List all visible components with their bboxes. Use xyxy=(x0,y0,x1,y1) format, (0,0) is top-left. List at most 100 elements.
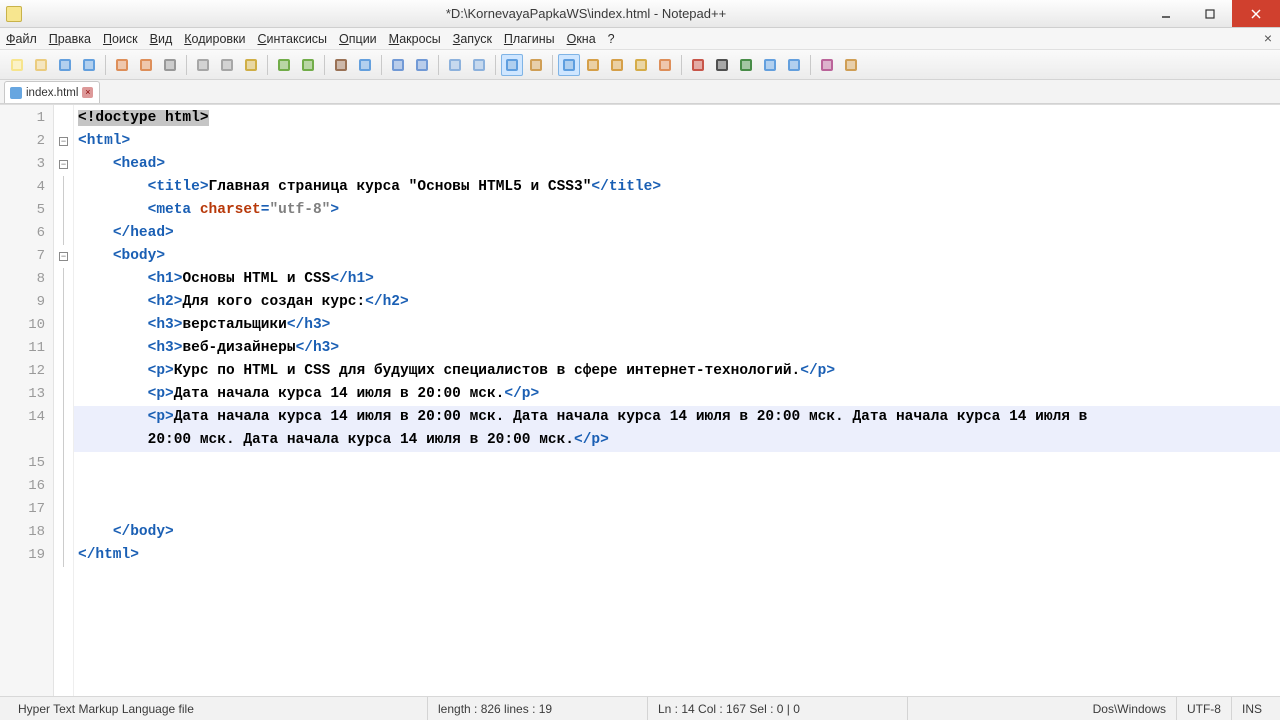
fold-cell[interactable] xyxy=(54,268,73,291)
mdi-close-icon[interactable]: × xyxy=(1264,30,1272,46)
doc-map-icon[interactable] xyxy=(606,54,628,76)
code-line[interactable]: <meta charset="utf-8"> xyxy=(74,199,1280,222)
menu-Кодировки[interactable]: Кодировки xyxy=(184,32,245,46)
replace-icon[interactable] xyxy=(354,54,376,76)
save-macro-icon[interactable] xyxy=(783,54,805,76)
fold-cell[interactable] xyxy=(54,176,73,199)
record-icon[interactable] xyxy=(687,54,709,76)
fold-cell[interactable] xyxy=(54,360,73,383)
menu-Файл[interactable]: Файл xyxy=(6,32,37,46)
toolbar-separator xyxy=(381,55,382,75)
code-line[interactable]: <!doctype html> xyxy=(74,107,1280,130)
fold-cell[interactable] xyxy=(54,475,73,498)
sync-v-icon[interactable] xyxy=(444,54,466,76)
menu-Макросы[interactable]: Макросы xyxy=(389,32,441,46)
tab-close-icon[interactable]: × xyxy=(82,87,93,98)
code-line[interactable]: <html> xyxy=(74,130,1280,153)
folder-icon[interactable] xyxy=(654,54,676,76)
redo-icon[interactable] xyxy=(297,54,319,76)
menu-?[interactable]: ? xyxy=(608,32,615,46)
code-line[interactable] xyxy=(74,498,1280,521)
code-line[interactable]: <p>Дата начала курса 14 июля в 20:00 мск… xyxy=(74,383,1280,406)
code-line[interactable]: </html> xyxy=(74,544,1280,567)
status-eol[interactable]: Dos\Windows xyxy=(1083,697,1177,720)
menu-Запуск[interactable]: Запуск xyxy=(453,32,492,46)
about-icon[interactable] xyxy=(840,54,862,76)
fold-cell[interactable] xyxy=(54,291,73,314)
fold-cell[interactable] xyxy=(54,107,73,130)
spellcheck-icon[interactable] xyxy=(816,54,838,76)
paste-icon[interactable] xyxy=(240,54,262,76)
code-line[interactable]: </head> xyxy=(74,222,1280,245)
print-icon[interactable] xyxy=(159,54,181,76)
zoom-in-icon[interactable] xyxy=(387,54,409,76)
fold-cell[interactable]: − xyxy=(54,153,73,176)
new-file-icon[interactable] xyxy=(6,54,28,76)
toolbar-separator xyxy=(810,55,811,75)
cut-icon[interactable] xyxy=(192,54,214,76)
code-line[interactable]: <head> xyxy=(74,153,1280,176)
fold-column[interactable]: −−− xyxy=(54,105,74,696)
code-area[interactable]: <!doctype html><html> <head> <title>Глав… xyxy=(74,105,1280,696)
code-line[interactable]: </body> xyxy=(74,521,1280,544)
func-list-icon[interactable] xyxy=(630,54,652,76)
close-button[interactable] xyxy=(1232,0,1280,27)
show-all-icon[interactable] xyxy=(525,54,547,76)
code-line[interactable] xyxy=(74,475,1280,498)
indent-guide-icon[interactable] xyxy=(558,54,580,76)
fold-cell[interactable] xyxy=(54,521,73,544)
code-line[interactable]: <title>Главная страница курса "Основы HT… xyxy=(74,176,1280,199)
code-line[interactable]: <p>Курс по HTML и CSS для будущих специа… xyxy=(74,360,1280,383)
save-all-icon[interactable] xyxy=(78,54,100,76)
menu-Окна[interactable]: Окна xyxy=(567,32,596,46)
file-tab[interactable]: index.html × xyxy=(4,81,100,103)
line-number: 16 xyxy=(0,475,53,498)
editor[interactable]: 12345678910111213141516171819 −−− <!doct… xyxy=(0,104,1280,696)
zoom-out-icon[interactable] xyxy=(411,54,433,76)
menu-Вид[interactable]: Вид xyxy=(150,32,173,46)
close-file-icon[interactable] xyxy=(111,54,133,76)
menu-Поиск[interactable]: Поиск xyxy=(103,32,138,46)
code-line[interactable]: <body> xyxy=(74,245,1280,268)
menu-Опции[interactable]: Опции xyxy=(339,32,377,46)
status-encoding[interactable]: UTF-8 xyxy=(1177,697,1232,720)
code-line[interactable]: <h1>Основы HTML и CSS</h1> xyxy=(74,268,1280,291)
fold-cell[interactable] xyxy=(54,337,73,360)
fold-cell[interactable] xyxy=(54,544,73,567)
open-icon[interactable] xyxy=(30,54,52,76)
play-multi-icon[interactable] xyxy=(759,54,781,76)
fold-cell[interactable] xyxy=(54,383,73,406)
code-line[interactable]: <h3>веб-дизайнеры</h3> xyxy=(74,337,1280,360)
fold-cell[interactable] xyxy=(54,429,73,452)
fold-cell[interactable] xyxy=(54,452,73,475)
minimize-button[interactable] xyxy=(1144,0,1188,27)
find-icon[interactable] xyxy=(330,54,352,76)
status-filetype: Hyper Text Markup Language file xyxy=(8,697,428,720)
user-lang-icon[interactable] xyxy=(582,54,604,76)
code-line[interactable]: <p>Дата начала курса 14 июля в 20:00 мск… xyxy=(74,406,1280,429)
fold-cell[interactable]: − xyxy=(54,130,73,153)
copy-icon[interactable] xyxy=(216,54,238,76)
fold-cell[interactable] xyxy=(54,498,73,521)
fold-cell[interactable]: − xyxy=(54,245,73,268)
wordwrap-icon[interactable] xyxy=(501,54,523,76)
fold-cell[interactable] xyxy=(54,406,73,429)
menu-Правка[interactable]: Правка xyxy=(49,32,91,46)
fold-cell[interactable] xyxy=(54,199,73,222)
close-all-icon[interactable] xyxy=(135,54,157,76)
code-line[interactable]: 20:00 мск. Дата начала курса 14 июля в 2… xyxy=(74,429,1280,452)
fold-cell[interactable] xyxy=(54,222,73,245)
code-line[interactable]: <h2>Для кого создан курс:</h2> xyxy=(74,291,1280,314)
play-icon[interactable] xyxy=(735,54,757,76)
stop-icon[interactable] xyxy=(711,54,733,76)
maximize-button[interactable] xyxy=(1188,0,1232,27)
status-insert-mode[interactable]: INS xyxy=(1232,697,1272,720)
code-line[interactable] xyxy=(74,452,1280,475)
menu-Синтаксисы[interactable]: Синтаксисы xyxy=(258,32,328,46)
undo-icon[interactable] xyxy=(273,54,295,76)
menu-Плагины[interactable]: Плагины xyxy=(504,32,555,46)
code-line[interactable]: <h3>верстальщики</h3> xyxy=(74,314,1280,337)
save-icon[interactable] xyxy=(54,54,76,76)
fold-cell[interactable] xyxy=(54,314,73,337)
sync-h-icon[interactable] xyxy=(468,54,490,76)
